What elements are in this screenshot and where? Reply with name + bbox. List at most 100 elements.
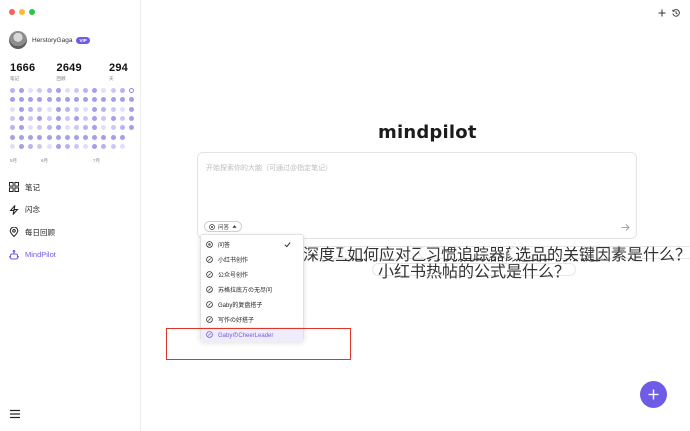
heatmap-cell (10, 116, 15, 122)
sidebar-item-label: 每日回顾 (25, 227, 55, 237)
sidebar-item-mindpilot[interactable]: MindPilot (9, 244, 56, 267)
dropdown-item-label: 问答 (218, 243, 231, 249)
avatar[interactable] (9, 31, 27, 49)
username: HerstoryGaga (32, 36, 73, 44)
stat-label: 笔记 (10, 76, 19, 81)
dropdown-item-review-buddy[interactable]: Gaby的复盘搭子 (201, 297, 303, 312)
dropdown-item-socratic[interactable]: 苏格拉底方の无尽问 (201, 282, 303, 297)
dropdown-item-wechat[interactable]: 公众号创作 (201, 267, 303, 282)
window-controls (9, 9, 35, 15)
heatmap-cell (119, 88, 125, 94)
sidebar-item-label: MindPilot (25, 250, 56, 260)
sidebar-item-label: 闪念 (25, 205, 40, 215)
mode-label: 问答 (218, 224, 230, 231)
heatmap-cell (55, 97, 61, 103)
activity-heatmap (10, 86, 134, 151)
heatmap-cell (119, 125, 125, 131)
user-profile[interactable]: HerstoryGaga VIP (9, 31, 90, 49)
annotation-highlight-box (166, 328, 351, 360)
heatmap-cell (83, 106, 89, 112)
heatmap-cell (73, 106, 79, 112)
heatmap-cell (10, 125, 15, 131)
stat-label: 回顾 (56, 76, 66, 81)
heatmap-cell (92, 134, 98, 140)
send-icon[interactable] (621, 223, 630, 232)
heatmap-cell (46, 106, 52, 112)
heatmap-cell (64, 134, 70, 140)
query-editor[interactable]: 开始探索你的大脑（可通过@指定笔记） 问答 (197, 152, 637, 239)
heatmap-cell (92, 116, 98, 122)
heatmap-cell (128, 116, 134, 122)
heatmap-cell (92, 143, 98, 149)
plus-icon[interactable] (658, 9, 666, 17)
heatmap-cell (128, 106, 134, 112)
zoom-window-button[interactable] (29, 9, 35, 15)
heatmap-cell (19, 88, 25, 94)
heatmap-cell (129, 135, 134, 140)
heatmap-cell (55, 88, 61, 94)
dropdown-item-xiaohongshu[interactable]: 小红书创作 (201, 252, 303, 267)
heatmap-cell (101, 143, 107, 149)
vip-badge: VIP (76, 36, 90, 44)
heatmap-cell (92, 125, 98, 131)
caret-up-icon (232, 225, 237, 228)
mode-selector[interactable]: 问答 (204, 221, 243, 232)
stat-reviews: 2649 回顾 (57, 62, 82, 82)
heatmap-cell (37, 116, 43, 122)
heatmap-cell (101, 97, 107, 103)
flash-icon (9, 204, 19, 215)
dropdown-item-qa[interactable]: 问答 (201, 237, 303, 252)
sidebar: HerstoryGaga VIP 1666 笔记 2649 回顾 294 天 5… (0, 0, 141, 431)
mode-icon (206, 271, 213, 278)
chat-icon (209, 223, 215, 230)
heatmap-cell (110, 106, 116, 112)
dropdown-item-label: 小红书创作 (218, 258, 249, 264)
app-logo: mindpilot (378, 122, 477, 143)
heatmap-cell (37, 134, 43, 140)
history-icon[interactable] (672, 9, 680, 17)
sidebar-item-notes[interactable]: 笔记 (9, 176, 56, 199)
heatmap-cell (101, 88, 107, 94)
heatmap-cell (83, 116, 89, 122)
close-window-button[interactable] (9, 9, 15, 15)
heatmap-cell (37, 97, 43, 103)
heatmap-cell (10, 143, 15, 149)
heatmap-cell (19, 106, 25, 112)
heatmap-cell (46, 143, 52, 149)
heatmap-cell (73, 143, 79, 149)
minimize-window-button[interactable] (19, 9, 25, 15)
heatmap-cell (110, 143, 116, 149)
dropdown-item-label: 写作の好搭子 (218, 318, 255, 324)
heatmap-cell (28, 125, 34, 131)
stat-days: 294 天 (109, 62, 128, 82)
heatmap-row (10, 132, 134, 141)
heatmap-cell (28, 97, 34, 103)
plus-icon (648, 389, 659, 400)
pin-icon (9, 227, 19, 238)
new-chat-fab[interactable] (640, 381, 667, 408)
heatmap-cell (110, 97, 116, 103)
heatmap-cell (64, 97, 70, 103)
heatmap-cell (73, 116, 79, 122)
sidebar-nav: 笔记 闪念 每日回顾 MindPilot (9, 176, 56, 266)
heatmap-cell (83, 143, 89, 149)
suggestion-chip[interactable]: 小红书热帖的公式是什么？ (372, 263, 577, 281)
heatmap-cell (73, 88, 79, 94)
heatmap-cell (10, 134, 15, 140)
heatmap-cell (110, 125, 116, 131)
heatmap-cell (28, 143, 34, 149)
heatmap-cell (119, 106, 125, 112)
heatmap-cell (28, 88, 34, 94)
dropdown-item-writing-buddy[interactable]: 写作の好搭子 (201, 312, 303, 327)
heatmap-cell (46, 125, 52, 131)
heatmap-cell (55, 106, 61, 112)
heatmap-cell (64, 106, 70, 112)
sidebar-item-daily-review[interactable]: 每日回顾 (9, 221, 56, 244)
heatmap-cell (19, 116, 25, 122)
robot-icon (9, 249, 19, 260)
heatmap-cell (37, 125, 43, 131)
sidebar-item-flash[interactable]: 闪念 (9, 199, 56, 222)
heatmap-row (10, 86, 134, 95)
hamburger-menu-icon[interactable] (9, 408, 21, 420)
heatmap-cell (92, 97, 98, 103)
